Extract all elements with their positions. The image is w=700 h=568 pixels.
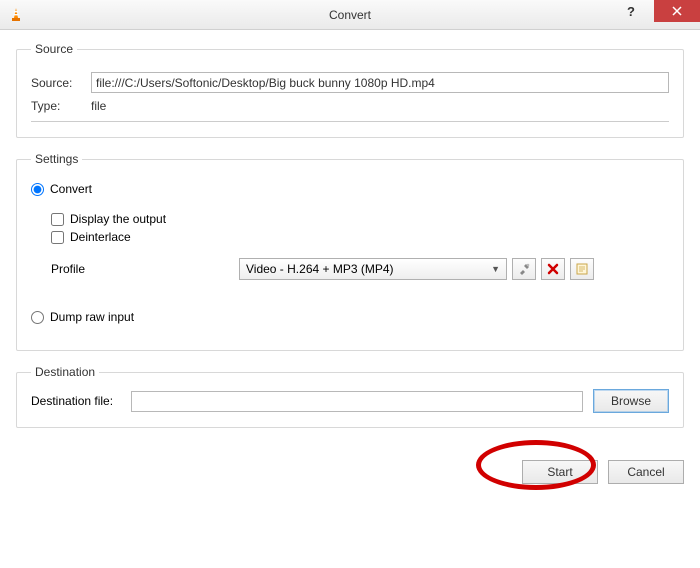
convert-label: Convert xyxy=(50,182,92,196)
profile-select[interactable]: Video - H.264 + MP3 (MP4) ▼ xyxy=(239,258,507,280)
dialog-footer: Start Cancel xyxy=(0,456,700,484)
deinterlace-label: Deinterlace xyxy=(70,230,131,244)
display-output-checkbox[interactable] xyxy=(51,213,64,226)
help-button[interactable]: ? xyxy=(608,0,654,22)
convert-radio[interactable] xyxy=(31,183,44,196)
source-legend: Source xyxy=(31,42,77,56)
deinterlace-checkbox[interactable] xyxy=(51,231,64,244)
destination-file-input[interactable] xyxy=(131,391,583,412)
type-label: Type: xyxy=(31,99,91,113)
profile-selected-value: Video - H.264 + MP3 (MP4) xyxy=(246,262,394,276)
display-output-label: Display the output xyxy=(70,212,166,226)
source-input[interactable] xyxy=(91,72,669,93)
chevron-down-icon: ▼ xyxy=(491,264,500,274)
new-profile-button[interactable] xyxy=(570,258,594,280)
settings-group: Settings Convert Display the output Dein… xyxy=(16,152,684,351)
delete-icon xyxy=(547,263,559,275)
type-value: file xyxy=(91,99,106,113)
start-button[interactable]: Start xyxy=(522,460,598,484)
source-group: Source Source: Type: file xyxy=(16,42,684,138)
browse-button[interactable]: Browse xyxy=(593,389,669,413)
dump-raw-label: Dump raw input xyxy=(50,310,134,324)
source-divider xyxy=(31,121,669,122)
delete-profile-button[interactable] xyxy=(541,258,565,280)
profile-label: Profile xyxy=(51,262,239,276)
source-label: Source: xyxy=(31,76,91,90)
cancel-button[interactable]: Cancel xyxy=(608,460,684,484)
tools-icon xyxy=(517,262,531,276)
settings-legend: Settings xyxy=(31,152,82,166)
destination-group: Destination Destination file: Browse xyxy=(16,365,684,428)
close-button[interactable] xyxy=(654,0,700,22)
edit-profile-button[interactable] xyxy=(512,258,536,280)
destination-file-label: Destination file: xyxy=(31,394,131,408)
titlebar: Convert ? xyxy=(0,0,700,30)
window-title: Convert xyxy=(0,8,700,22)
destination-legend: Destination xyxy=(31,365,99,379)
new-profile-icon xyxy=(575,262,589,276)
dump-raw-radio[interactable] xyxy=(31,311,44,324)
